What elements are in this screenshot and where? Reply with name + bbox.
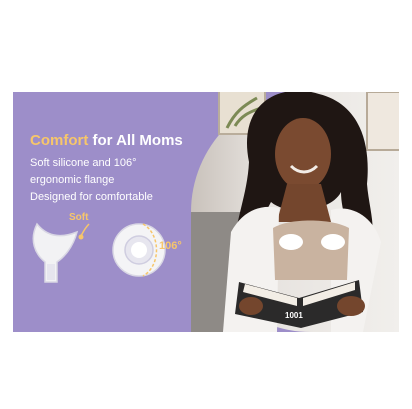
bra	[273, 220, 349, 280]
soft-pointer-icon	[78, 223, 90, 240]
wall-art-right	[366, 92, 399, 151]
headline: Comfort for All Moms	[30, 132, 183, 149]
face	[275, 118, 331, 190]
pump-right	[321, 234, 345, 250]
book-cover-text: 1001	[285, 311, 303, 320]
product-banner: 1001 Comfort for All Moms Soft silicone …	[13, 92, 399, 332]
angle-label: 106°	[159, 240, 182, 252]
pump-left	[279, 234, 303, 250]
feature-copy: Soft silicone and 106° ergonomic flange …	[30, 155, 153, 206]
headline-accent: Comfort	[30, 132, 89, 149]
headline-rest: for All Moms	[88, 132, 183, 149]
mother-photo: 1001	[191, 92, 399, 332]
mother-illustration: 1001	[191, 92, 399, 332]
feature-line-1: Soft silicone and 106°	[30, 157, 137, 169]
feature-line-3: Designed for comfortable	[30, 191, 153, 203]
feature-line-2: ergonomic flange	[30, 174, 115, 186]
